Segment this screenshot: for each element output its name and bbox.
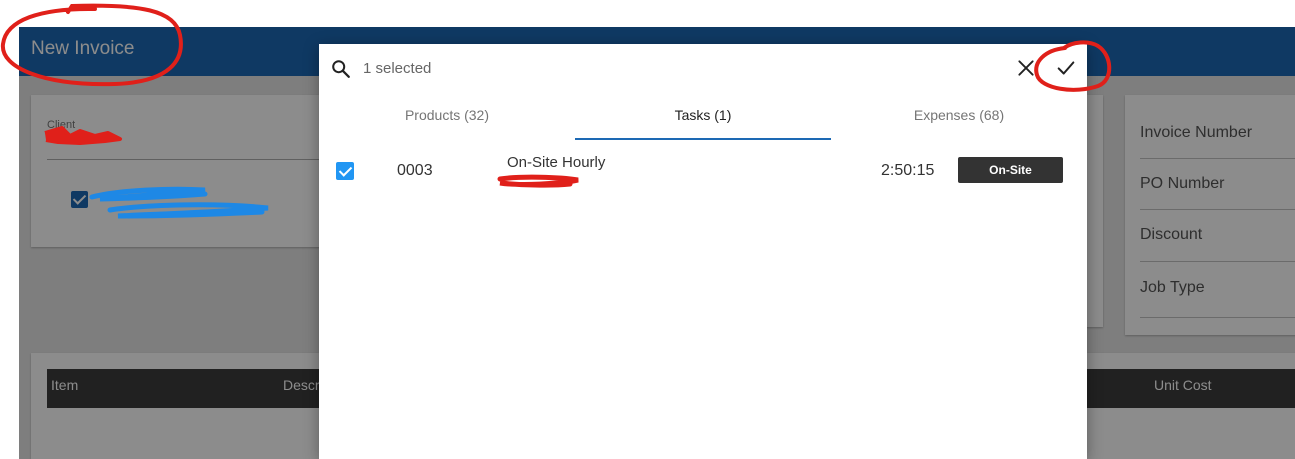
- done-check-icon[interactable]: [1055, 57, 1077, 79]
- status-badge: On-Site: [958, 157, 1063, 183]
- search-icon: [332, 60, 350, 78]
- tab-tasks[interactable]: Tasks (1): [575, 102, 831, 140]
- list-item[interactable]: 0003 On-Site Hourly 2:50:15 On-Site: [319, 154, 1087, 188]
- row-checkbox[interactable]: [336, 162, 354, 180]
- tab-expenses[interactable]: Expenses (68): [831, 102, 1087, 140]
- task-duration: 2:50:15: [881, 162, 935, 179]
- item-picker-dialog: Products (32) Tasks (1) Expenses (68) 00…: [319, 44, 1087, 459]
- tab-products[interactable]: Products (32): [319, 102, 575, 140]
- search-input[interactable]: [363, 56, 963, 80]
- task-number: 0003: [397, 162, 433, 179]
- task-description: On-Site Hourly: [507, 154, 606, 171]
- close-icon[interactable]: [1016, 58, 1036, 78]
- tab-bar: Products (32) Tasks (1) Expenses (68): [319, 102, 1087, 140]
